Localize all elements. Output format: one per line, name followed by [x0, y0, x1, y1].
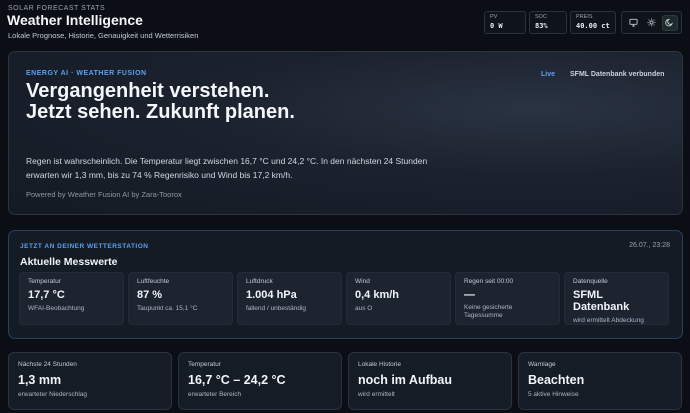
sun-icon	[647, 18, 656, 27]
stat-price-value: 40.00 ct	[576, 22, 610, 30]
card-sub: 5 aktive Hinweise	[528, 391, 579, 398]
tile-label: Luftfeuchte	[137, 278, 170, 285]
tile-label: Luftdruck	[246, 278, 273, 285]
theme-system-button[interactable]	[625, 15, 641, 31]
tile-label: Wind	[355, 278, 370, 285]
tile-value: 0,4 km/h	[355, 289, 400, 301]
tile-data-source: Datenquelle SFML Datenbank wird ermittel…	[564, 272, 669, 325]
card-sub: wird ermittelt	[358, 391, 395, 398]
theme-dark-button[interactable]	[661, 14, 678, 31]
live-badge: Live	[541, 71, 556, 78]
stat-soc-label: SOC	[535, 14, 547, 20]
tile-sub: WFAI-Beobachtung	[28, 305, 85, 312]
tile-value: —	[464, 289, 475, 301]
card-temperature: Temperatur 16,7 °C – 24,2 °C erwarteter …	[178, 352, 342, 410]
card-sub: erwarteter Niederschlag	[18, 391, 88, 398]
current-timestamp: 26.07., 23:28	[629, 242, 670, 249]
tile-humidity: Luftfeuchte 87 % Taupunkt ca. 15,1 °C	[128, 272, 233, 325]
measurement-tiles: Temperatur 17,7 °C WFAI-Beobachtung Luft…	[19, 272, 669, 325]
hero-description: Regen ist wahrscheinlich. Die Temperatur…	[26, 156, 428, 180]
moon-icon	[665, 18, 674, 27]
tile-sub: Keine gesicherte Tagessumme	[464, 304, 513, 319]
summary-cards: Nächste 24 Stunden 1,3 mm erwarteter Nie…	[8, 352, 682, 410]
tile-wind: Wind 0,4 km/h aus O	[346, 272, 451, 325]
tile-value: 1.004 hPa	[246, 289, 297, 301]
hero-title: Vergangenheit verstehen. Jetzt sehen. Zu…	[26, 80, 295, 123]
tile-sub: Taupunkt ca. 15,1 °C	[137, 305, 198, 312]
page-subtitle: Lokale Prognose, Historie, Genauigkeit u…	[8, 31, 199, 40]
tile-label: Temperatur	[28, 278, 61, 285]
tile-pressure: Luftdruck 1.004 hPa fallend / unbeständi…	[237, 272, 342, 325]
stat-price: PREIS 40.00 ct	[570, 11, 616, 34]
card-warnings: Warnlage Beachten 5 aktive Hinweise	[518, 352, 682, 410]
card-next-24h: Nächste 24 Stunden 1,3 mm erwarteter Nie…	[8, 352, 172, 410]
hero-kicker: ENERGY AI · WEATHER FUSION	[26, 70, 147, 77]
card-label: Temperatur	[188, 361, 221, 368]
hero-panel: ENERGY AI · WEATHER FUSION Vergangenheit…	[8, 51, 683, 215]
current-kicker: JETZT AN DEINER WETTERSTATION	[20, 243, 149, 250]
stat-pv: PV 0 W	[484, 11, 526, 34]
card-label: Lokale Historie	[358, 361, 401, 368]
card-value: noch im Aufbau	[358, 373, 452, 387]
tile-sub: aus O	[355, 305, 373, 312]
stat-soc: SOC 83%	[529, 11, 567, 34]
tile-label: Regen seit 00:00	[464, 278, 514, 285]
card-value: Beachten	[528, 373, 585, 387]
monitor-icon	[629, 18, 638, 27]
stat-soc-value: 83%	[535, 22, 548, 30]
tile-value: 87 %	[137, 289, 163, 301]
status-stats: PV 0 W SOC 83% PREIS 40.00 ct	[484, 11, 616, 34]
hero-powered-by: Powered by Weather Fusion AI by Zara-Too…	[26, 190, 182, 199]
db-status-badge: SFML Datenbank verbunden	[570, 71, 665, 78]
tile-value: SFML Datenbank	[573, 289, 630, 313]
app-kicker: SOLAR FORECAST STATS	[8, 5, 106, 12]
page-title: Weather Intelligence	[7, 12, 143, 28]
tile-label: Datenquelle	[573, 278, 608, 285]
card-label: Nächste 24 Stunden	[18, 361, 77, 368]
tile-value: 17,7 °C	[28, 289, 65, 301]
card-local-history: Lokale Historie noch im Aufbau wird ermi…	[348, 352, 512, 410]
theme-light-button[interactable]	[643, 15, 659, 31]
stat-pv-label: PV	[490, 14, 498, 20]
tile-sub: fallend / unbeständig	[246, 305, 306, 312]
current-title: Aktuelle Messwerte	[20, 256, 118, 268]
current-measurements-panel: JETZT AN DEINER WETTERSTATION Aktuelle M…	[8, 230, 683, 339]
card-sub: erwarteter Bereich	[188, 391, 242, 398]
card-label: Warnlage	[528, 361, 556, 368]
stat-pv-value: 0 W	[490, 22, 503, 30]
stat-price-label: PREIS	[576, 14, 593, 20]
card-value: 1,3 mm	[18, 373, 62, 387]
theme-switcher	[621, 11, 682, 34]
tile-rain: Regen seit 00:00 — Keine gesicherte Tage…	[455, 272, 560, 325]
tile-sub: wird ermittelt Abdeckung	[573, 317, 644, 324]
tile-temperature: Temperatur 17,7 °C WFAI-Beobachtung	[19, 272, 124, 325]
card-value: 16,7 °C – 24,2 °C	[188, 373, 286, 387]
